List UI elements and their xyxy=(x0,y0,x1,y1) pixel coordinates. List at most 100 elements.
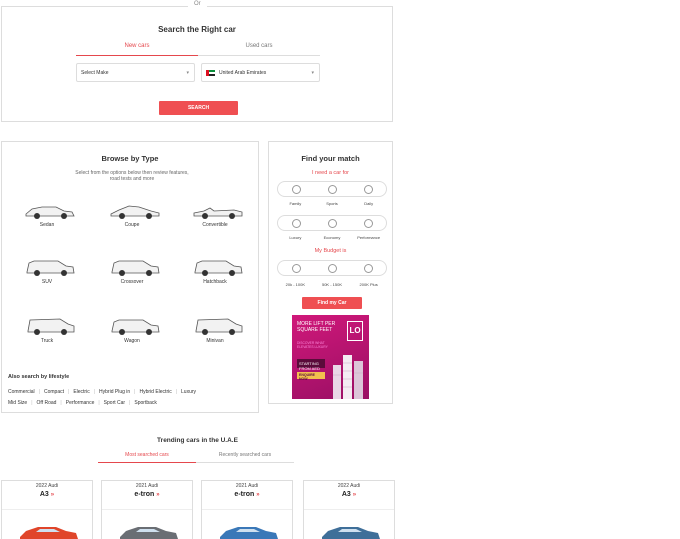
separator: | xyxy=(68,389,70,395)
car-year: 2022 Audi xyxy=(337,483,361,489)
need-labels-2: Luxury Economy Performance xyxy=(277,235,387,240)
need-labels-1: Family Sports Daily xyxy=(277,201,387,206)
lifestyle-link[interactable]: Electric xyxy=(73,389,89,395)
car-year: 2022 Audi xyxy=(35,483,59,489)
family-option[interactable] xyxy=(291,184,301,194)
budget-option-low[interactable] xyxy=(291,263,301,273)
option-label: 50K - 150K xyxy=(321,282,342,287)
car-convertible-icon xyxy=(193,207,243,219)
option-label: Daily xyxy=(364,201,374,206)
or-label: Or xyxy=(188,1,207,7)
car-truck-icon xyxy=(27,318,75,335)
car-coupe-icon xyxy=(110,205,160,219)
separator: | xyxy=(175,389,178,395)
trending-car-card[interactable]: 2021 Audi e-tron » xyxy=(101,480,193,539)
ad-body: DISCOVER WHAT ELEVATES LUXURY xyxy=(297,341,328,349)
match-title: Find your match xyxy=(301,154,360,163)
lifestyle-link[interactable]: Off Road xyxy=(37,400,57,406)
body-type-truck[interactable]: Truck xyxy=(12,316,82,356)
trending-car-card[interactable]: 2022 Audi A3 » xyxy=(1,480,93,539)
find-my-car-button[interactable]: Find my Car xyxy=(302,297,362,309)
divider xyxy=(2,509,92,510)
budget-label: My Budget is xyxy=(314,248,347,254)
separator: | xyxy=(93,389,96,395)
option-label: Economy xyxy=(323,235,341,240)
lifestyle-link[interactable]: Hybrid Plug in xyxy=(99,389,130,395)
lifestyle-link[interactable]: Commercial xyxy=(8,389,35,395)
tab-used-cars[interactable]: Used cars xyxy=(198,40,320,56)
car-image xyxy=(20,527,78,539)
lifestyle-link[interactable]: Sportback xyxy=(134,400,157,406)
daily-option[interactable] xyxy=(363,184,373,194)
double-chevron-right-icon: » xyxy=(352,492,357,498)
car-minivan-icon xyxy=(195,318,243,335)
separator: | xyxy=(38,389,40,395)
body-type-suv[interactable]: SUV xyxy=(12,257,82,297)
lifestyle-link[interactable]: Luxury xyxy=(181,389,196,395)
divider xyxy=(304,509,394,510)
lifestyle-row-1: Commercial | Compact | Electric | Hybrid Plug … xyxy=(8,389,196,395)
car-model-link[interactable]: A3 » xyxy=(2,491,92,498)
browse-by-type-card: Browse by Type Select from the options b… xyxy=(1,141,259,413)
double-chevron-right-icon: » xyxy=(256,492,260,498)
budget-option-high[interactable] xyxy=(363,263,373,273)
luxury-option[interactable] xyxy=(291,218,301,228)
chevron-down-icon: ▾ xyxy=(311,70,314,76)
ad-logo: LO xyxy=(347,321,363,341)
separator: | xyxy=(129,400,131,406)
car-year: 2021 Audi xyxy=(135,483,159,489)
car-model-link[interactable]: e-tron » xyxy=(202,491,292,498)
browse-subtitle: Select from the options below then revie… xyxy=(75,170,189,182)
country-select[interactable]: United Arab Emirates ▾ xyxy=(201,63,320,82)
car-model: e-tron xyxy=(134,491,155,498)
lifestyle-link[interactable]: Performance xyxy=(66,400,95,406)
ad-banner[interactable]: MORE LIFT PER SQUARE FEET LO DISCOVER WH… xyxy=(292,315,369,399)
performance-option[interactable] xyxy=(363,218,373,228)
body-type-label: Hatchback xyxy=(203,279,227,285)
separator: | xyxy=(60,400,62,406)
ad-cta-button[interactable]: ENQUIRE NOW xyxy=(297,372,325,381)
body-type-hatchback[interactable]: Hatchback xyxy=(180,257,250,297)
lifestyle-link[interactable]: Sport Car xyxy=(104,400,125,406)
option-label: 200K Plus xyxy=(359,282,378,287)
country-select-value: United Arab Emirates xyxy=(219,69,267,76)
tab-new-cars[interactable]: New cars xyxy=(76,40,198,56)
body-type-sedan[interactable]: Sedan xyxy=(12,200,82,240)
car-suv-icon xyxy=(26,260,75,276)
body-type-coupe[interactable]: Coupe xyxy=(97,200,167,240)
search-button[interactable]: SEARCH xyxy=(159,101,238,115)
budget-option-mid[interactable] xyxy=(327,263,337,273)
body-type-label: Wagon xyxy=(124,338,140,344)
body-type-crossover[interactable]: Crossover xyxy=(97,257,167,297)
trending-car-card[interactable]: 2021 Audi e-tron » xyxy=(201,480,293,539)
lifestyle-link[interactable]: Mid Size xyxy=(8,400,27,406)
separator: | xyxy=(31,400,33,406)
body-type-wagon[interactable]: Wagon xyxy=(97,316,167,356)
tab-recently-searched[interactable]: Recently searched cars xyxy=(196,451,294,463)
body-type-label: Sedan xyxy=(39,222,55,228)
make-select[interactable]: Select Make ▾ xyxy=(76,63,195,82)
body-type-convertible[interactable]: Convertible xyxy=(180,200,250,240)
building-icon xyxy=(333,355,363,399)
car-model-link[interactable]: e-tron » xyxy=(102,491,192,498)
car-model-link[interactable]: A3 » xyxy=(304,491,394,498)
search-card: Or Search the Right car New cars Used ca… xyxy=(1,1,393,122)
car-model: e-tron xyxy=(234,491,255,498)
sports-option[interactable] xyxy=(327,184,337,194)
uae-flag-icon xyxy=(206,69,215,76)
ad-price: STARTING FROM AED 1.44CR xyxy=(297,359,325,376)
body-type-label: Coupe xyxy=(124,222,140,228)
body-type-label: Convertible xyxy=(202,222,228,228)
body-type-minivan[interactable]: Minivan xyxy=(180,316,250,356)
trending-car-card[interactable]: 2022 Audi A3 » xyxy=(303,480,395,539)
lifestyle-link[interactable]: Compact xyxy=(44,389,64,395)
budget-labels: 20k - 100K 50K - 150K 200K Plus xyxy=(277,282,387,287)
lifestyle-link[interactable]: Hybrid Electric xyxy=(139,389,171,395)
car-year: 2021 Audi xyxy=(235,483,259,489)
tab-most-searched[interactable]: Most searched cars xyxy=(98,451,196,463)
lifestyle-row-2: Mid Size | Off Road | Performance | Sport Car |… xyxy=(8,400,157,406)
economy-option[interactable] xyxy=(327,218,337,228)
search-title: Search the Right car xyxy=(158,25,236,34)
lifestyle-title: Also search by lifestyle xyxy=(8,374,70,380)
ad-headline: MORE LIFT PER SQUARE FEET xyxy=(297,321,336,333)
